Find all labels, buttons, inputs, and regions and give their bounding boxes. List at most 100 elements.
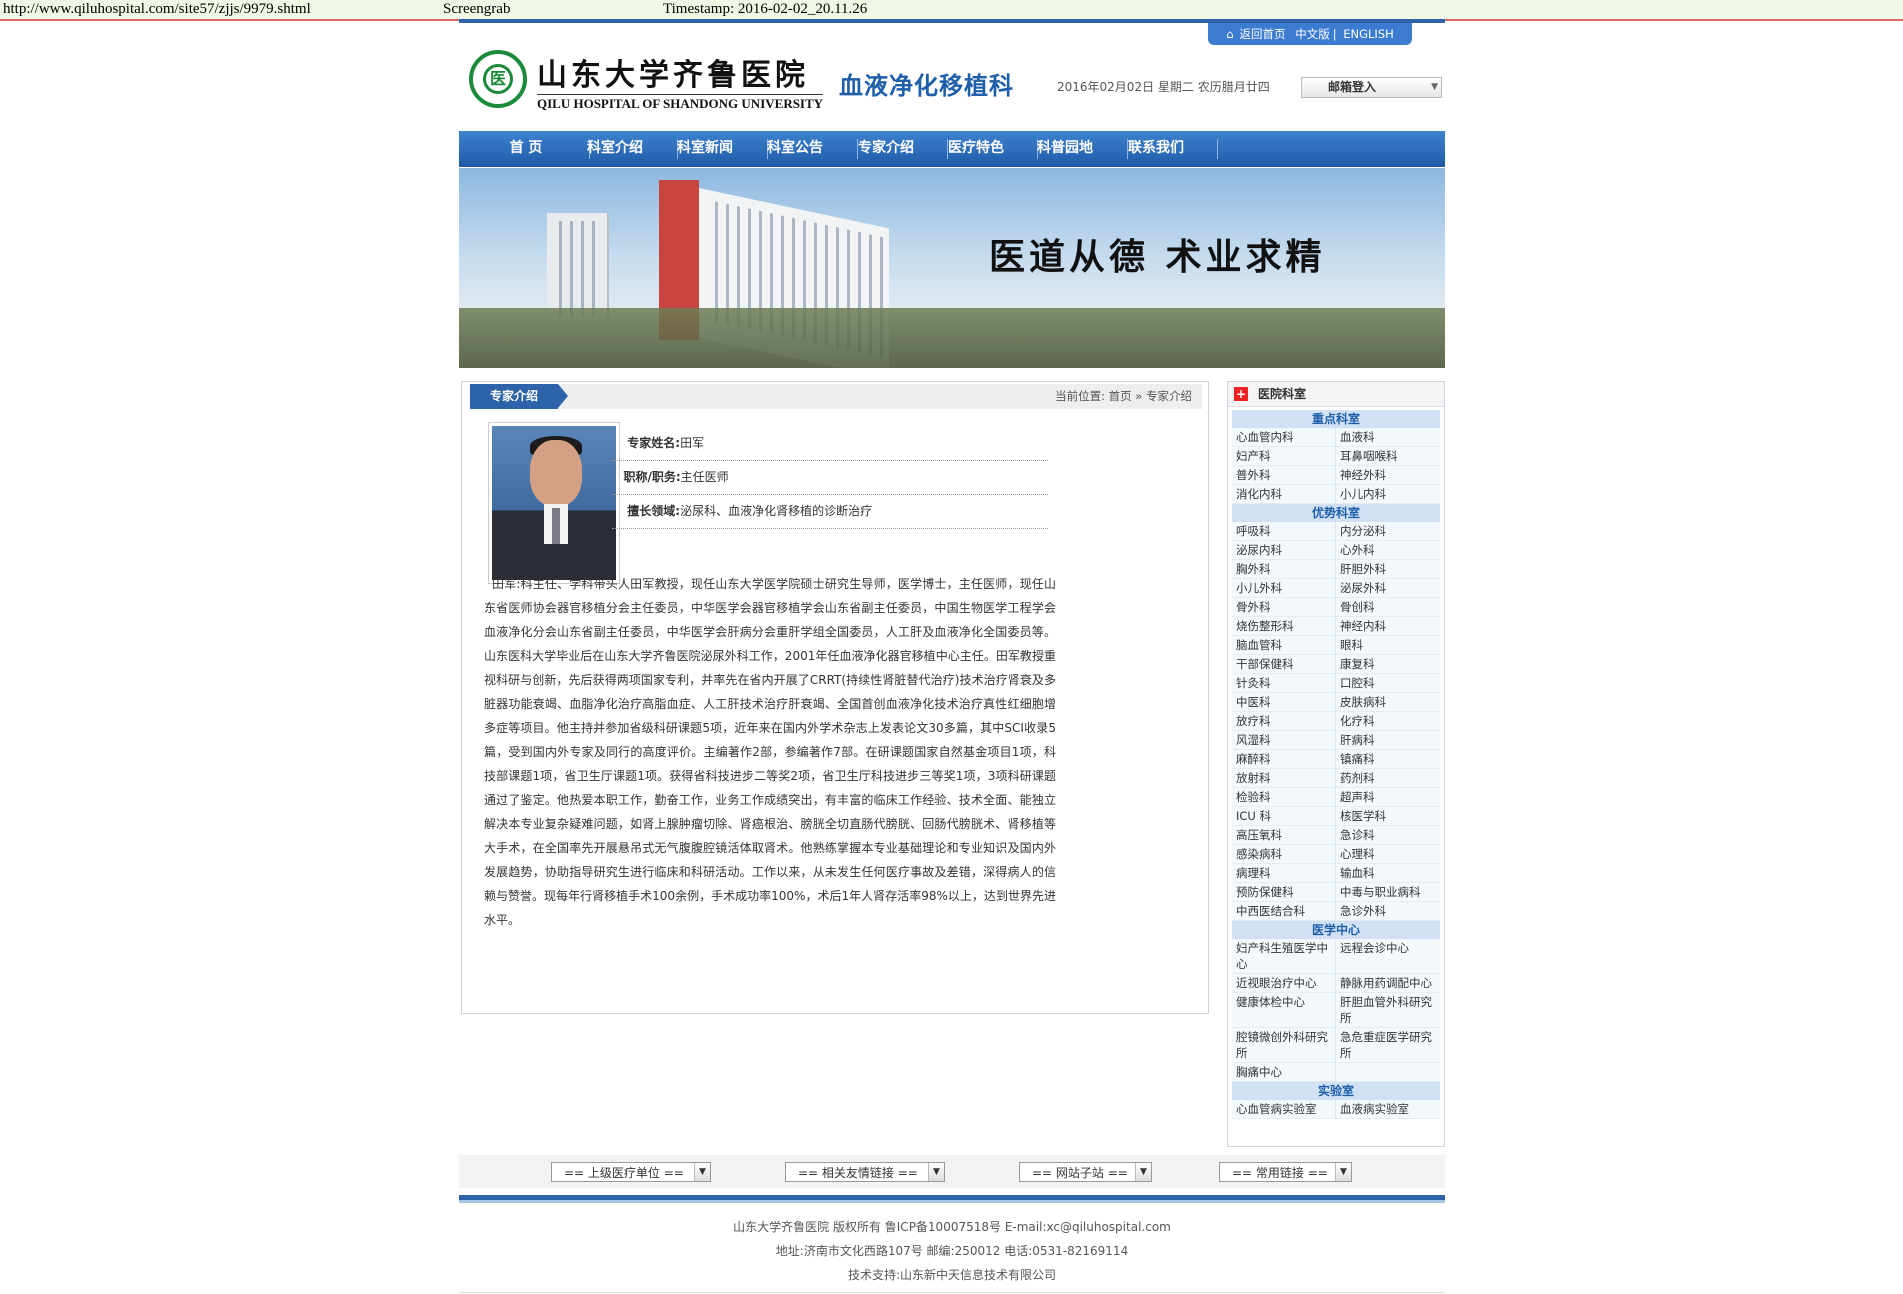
department-link[interactable]: 消化内科 [1232, 485, 1336, 504]
department-section-title: 实验室 [1232, 1082, 1440, 1100]
department-link[interactable]: 针灸科 [1232, 674, 1336, 693]
department-section-title: 医学中心 [1232, 921, 1440, 939]
footer-bottom-line [459, 1292, 1445, 1293]
mail-login-label: 邮箱登入 [1328, 80, 1377, 94]
department-link[interactable]: 骨外科 [1232, 598, 1336, 617]
department-link[interactable]: 感染病科 [1232, 845, 1336, 864]
expert-specialty: 泌尿科、血液净化肾移植的诊断治疗 [680, 504, 873, 518]
footer-copyright: 山东大学齐鲁医院 版权所有 鲁ICP备10007518号 E-mail:xc@q… [733, 1220, 1171, 1234]
department-link[interactable]: 心外科 [1336, 541, 1440, 560]
nav-contact[interactable]: 联系我们 [1101, 131, 1211, 167]
link-home[interactable]: 返回首页 [1240, 27, 1286, 41]
department-link[interactable]: 康复科 [1336, 655, 1440, 674]
logo-text-en: QILU HOSPITAL OF SHANDONG UNIVERSITY [537, 94, 824, 111]
department-link[interactable]: 输血科 [1336, 864, 1440, 883]
department-link[interactable]: 干部保健科 [1232, 655, 1336, 674]
department-link[interactable]: 内分泌科 [1336, 522, 1440, 541]
department-link[interactable]: 肝胆外科 [1336, 560, 1440, 579]
department-link[interactable]: 胸外科 [1232, 560, 1336, 579]
department-link[interactable]: 妇产科 [1232, 447, 1336, 466]
department-row: 近视眼治疗中心 静脉用药调配中心 [1232, 974, 1440, 993]
department-link[interactable]: 急诊外科 [1336, 902, 1440, 921]
department-link[interactable]: 心理科 [1336, 845, 1440, 864]
department-link[interactable]: 小儿外科 [1232, 579, 1336, 598]
home-icon: ⌂ [1226, 27, 1234, 41]
department-link[interactable]: 病理科 [1232, 864, 1336, 883]
friend-links-select[interactable]: == 相关友情链接 == ▼ [785, 1162, 945, 1182]
department-link[interactable]: 神经内科 [1336, 617, 1440, 636]
logo-text-cn: 山东大学齐鲁医院 [537, 58, 809, 93]
department-row: 预防保健科 中毒与职业病科 [1232, 883, 1440, 902]
department-link[interactable]: 皮肤病科 [1336, 693, 1440, 712]
link-chinese[interactable]: 中文版 [1295, 27, 1330, 41]
department-link[interactable]: 静脉用药调配中心 [1336, 974, 1440, 993]
department-link[interactable]: 脑血管科 [1232, 636, 1336, 655]
mail-login-select[interactable]: 邮箱登入 ▼ [1301, 77, 1442, 98]
department-link[interactable]: 健康体检中心 [1232, 993, 1336, 1028]
department-link[interactable]: 肝病科 [1336, 731, 1440, 750]
expert-photo [488, 422, 620, 584]
department-link[interactable]: 中西医结合科 [1232, 902, 1336, 921]
department-link[interactable]: ICU 科 [1232, 807, 1336, 826]
department-link[interactable]: 烧伤整形科 [1232, 617, 1336, 636]
department-link[interactable]: 远程会诊中心 [1336, 939, 1440, 974]
department-link[interactable]: 放疗科 [1232, 712, 1336, 731]
department-link[interactable]: 肝胆血管外科研究所 [1336, 993, 1440, 1028]
department-link[interactable]: 呼吸科 [1232, 522, 1336, 541]
department-row: 泌尿内科 心外科 [1232, 541, 1440, 560]
department-link[interactable]: 镇痛科 [1336, 750, 1440, 769]
department-link[interactable]: 核医学科 [1336, 807, 1440, 826]
department-link[interactable]: 近视眼治疗中心 [1232, 974, 1336, 993]
department-link[interactable]: 口腔科 [1336, 674, 1440, 693]
department-link[interactable]: 药剂科 [1336, 769, 1440, 788]
department-link[interactable]: 放射科 [1232, 769, 1336, 788]
department-link[interactable]: 胸痛中心 [1232, 1063, 1336, 1082]
department-link[interactable]: 腔镜微创外科研究所 [1232, 1028, 1336, 1063]
hospital-logo[interactable]: 医 山东大学齐鲁医院 QILU HOSPITAL OF SHANDONG UNI… [469, 50, 839, 116]
link-english[interactable]: ENGLISH [1343, 27, 1394, 41]
department-link[interactable]: 眼科 [1336, 636, 1440, 655]
common-links-select[interactable]: == 常用链接 == ▼ [1219, 1162, 1352, 1182]
department-row: 病理科 输血科 [1232, 864, 1440, 883]
department-link[interactable]: 耳鼻咽喉科 [1336, 447, 1440, 466]
department-link[interactable]: 中毒与职业病科 [1336, 883, 1440, 902]
department-link[interactable]: 麻醉科 [1232, 750, 1336, 769]
department-link[interactable]: 风湿科 [1232, 731, 1336, 750]
top-links: ⌂ 返回首页 中文版 | ENGLISH [1208, 23, 1412, 45]
archive-url[interactable]: http://www.qiluhospital.com/site57/zjjs/… [3, 0, 311, 19]
logo-emblem-icon: 医 [469, 50, 527, 108]
department-link[interactable]: 小儿内科 [1336, 485, 1440, 504]
department-link[interactable]: 神经外科 [1336, 466, 1440, 485]
sidebar-header: + 医院科室 [1228, 382, 1444, 407]
department-link[interactable]: 血液病实验室 [1336, 1100, 1440, 1119]
department-link[interactable]: 泌尿外科 [1336, 579, 1440, 598]
archive-bar: http://www.qiluhospital.com/site57/zjjs/… [0, 0, 1903, 21]
department-link[interactable]: 骨创科 [1336, 598, 1440, 617]
department-row: ICU 科核医学科 [1232, 807, 1440, 826]
department-link[interactable]: 化疗科 [1336, 712, 1440, 731]
department-row: 放疗科 化疗科 [1232, 712, 1440, 731]
department-link[interactable]: 心血管内科 [1232, 428, 1336, 447]
department-link[interactable]: 中医科 [1232, 693, 1336, 712]
department-row: 妇产科生殖医学中心 远程会诊中心 [1232, 939, 1440, 974]
department-row: 普外科 神经外科 [1232, 466, 1440, 485]
department-link[interactable]: 妇产科生殖医学中心 [1232, 939, 1336, 974]
chevron-down-icon: ▼ [1335, 1163, 1351, 1181]
department-row: 中西医结合科 急诊外科 [1232, 902, 1440, 921]
department-link[interactable]: 血液科 [1336, 428, 1440, 447]
department-link[interactable]: 检验科 [1232, 788, 1336, 807]
breadcrumb: 当前位置: 首页 » 专家介绍 [1055, 389, 1192, 403]
department-row: 妇产科 耳鼻咽喉科 [1232, 447, 1440, 466]
department-link[interactable]: 急危重症医学研究所 [1336, 1028, 1440, 1063]
sub-sites-select[interactable]: == 网站子站 == ▼ [1019, 1162, 1152, 1182]
department-row: 风湿科 肝病科 [1232, 731, 1440, 750]
department-section-title: 重点科室 [1232, 410, 1440, 428]
department-link[interactable]: 急诊科 [1336, 826, 1440, 845]
department-link[interactable]: 超声科 [1336, 788, 1440, 807]
department-link[interactable]: 预防保健科 [1232, 883, 1336, 902]
department-link[interactable]: 高压氧科 [1232, 826, 1336, 845]
department-link[interactable]: 泌尿内科 [1232, 541, 1336, 560]
superior-units-select[interactable]: == 上级医疗单位 == ▼ [551, 1162, 711, 1182]
department-link[interactable]: 普外科 [1232, 466, 1336, 485]
department-link[interactable]: 心血管病实验室 [1232, 1100, 1336, 1119]
